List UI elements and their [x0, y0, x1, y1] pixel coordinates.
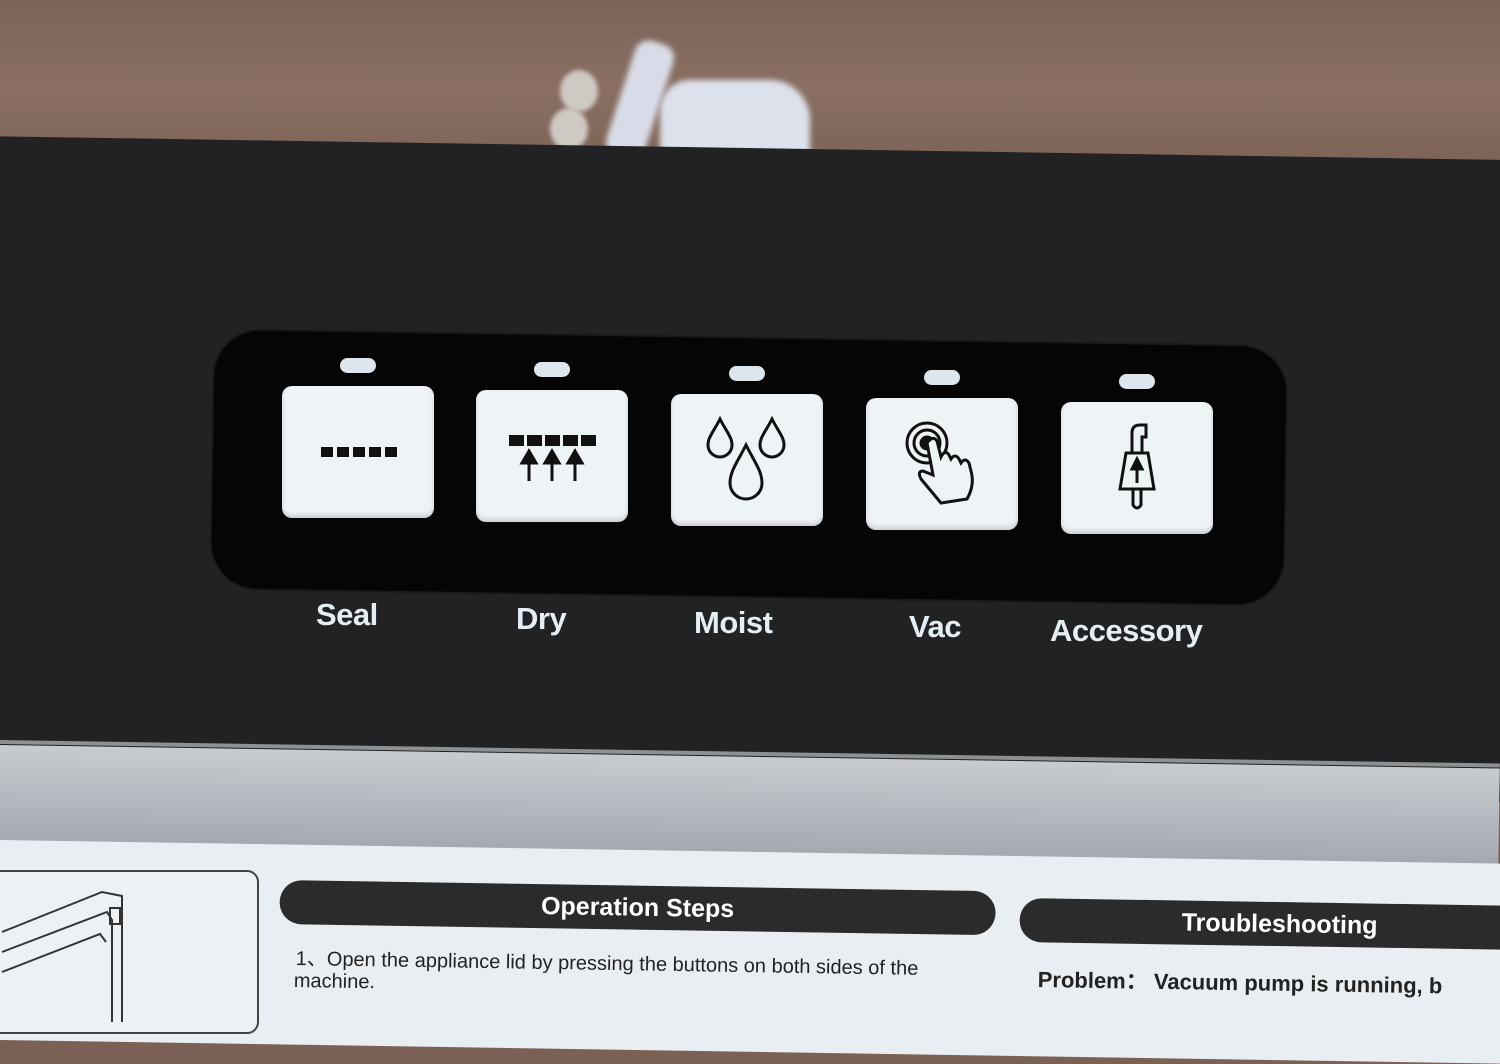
dry-indicator-led	[534, 362, 570, 377]
accessory-hose-icon	[1118, 423, 1156, 510]
dry-dashes-arrows-icon	[509, 435, 596, 481]
vac-label: Vac	[909, 609, 961, 644]
dry-button[interactable]	[476, 390, 628, 522]
accessory-indicator-led	[1119, 374, 1155, 389]
accessory-label: Accessory	[1050, 613, 1203, 648]
troubleshooting-title: Troubleshooting	[1181, 908, 1378, 940]
vac-indicator-led	[924, 370, 960, 385]
dry-label: Dry	[516, 601, 567, 636]
problem-text: Vacuum pump is running, b	[1153, 968, 1443, 999]
moist-label: Moist	[694, 605, 773, 640]
moist-indicator-led	[729, 366, 765, 381]
hand-press-icon	[905, 421, 974, 505]
troubleshooting-problem: Problem： Vacuum pump is running, b	[1037, 962, 1443, 1000]
operation-step-1-line-2: machine.	[293, 970, 376, 994]
moist-button[interactable]	[671, 394, 823, 526]
appliance-illustration	[0, 870, 259, 1034]
problem-label: Problem：	[1037, 966, 1148, 994]
seal-dashes-icon	[321, 447, 397, 457]
operation-steps-title: Operation Steps	[540, 891, 735, 923]
accessory-button[interactable]	[1061, 402, 1213, 534]
seal-label: Seal	[316, 597, 378, 632]
vac-button[interactable]	[866, 398, 1018, 530]
power-plug	[550, 30, 820, 170]
seal-button[interactable]	[282, 386, 434, 518]
seal-indicator-led	[340, 358, 376, 373]
troubleshooting-header: Troubleshooting	[1019, 898, 1500, 951]
water-drops-icon	[706, 415, 786, 501]
